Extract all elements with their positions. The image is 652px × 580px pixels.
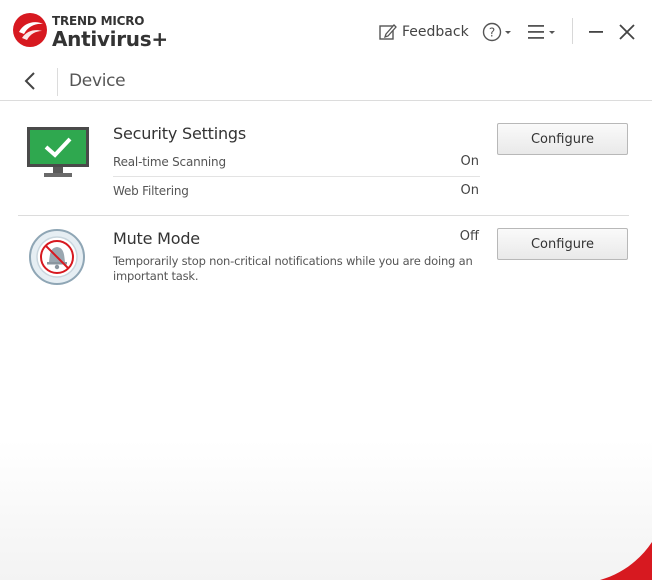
title-bar: TREND MICRO Antivirus+ Feedback ?	[0, 0, 652, 62]
minimize-button[interactable]	[586, 20, 606, 44]
brand-company: TREND MICRO	[52, 14, 145, 28]
corner-swoosh-icon	[600, 542, 652, 580]
mute-mode-status: Off	[459, 229, 479, 244]
feedback-edit-icon	[379, 24, 397, 40]
help-menu-button[interactable]: ?	[482, 20, 516, 44]
mute-configure-button[interactable]: Configure	[497, 228, 628, 260]
feedback-label: Feedback	[402, 24, 469, 40]
navigation-bar: Device	[0, 62, 652, 101]
mute-mode-description: Temporarily stop non-critical notificati…	[113, 254, 473, 283]
close-icon	[619, 24, 635, 40]
feedback-button[interactable]: Feedback	[378, 20, 469, 44]
mute-mode-title: Mute Mode	[113, 229, 200, 248]
help-question-icon: ?	[482, 22, 511, 42]
page-title: Device	[69, 71, 126, 91]
back-button[interactable]	[18, 68, 44, 94]
realtime-scanning-label: Real-time Scanning	[113, 155, 226, 169]
app-window: TREND MICRO Antivirus+ Feedback ? Device…	[0, 0, 652, 580]
trend-micro-logo-icon	[13, 13, 47, 47]
monitor-check-icon	[27, 127, 89, 177]
brand-corner-accent	[592, 520, 652, 580]
realtime-scanning-status: On	[460, 154, 479, 169]
main-menu-button[interactable]	[526, 20, 560, 44]
back-chevron-icon	[24, 72, 35, 90]
hamburger-menu-icon	[528, 25, 555, 39]
titlebar-separator	[572, 18, 573, 44]
security-settings-section: Security Settings Real-time Scanning On …	[0, 100, 652, 215]
security-settings-title: Security Settings	[113, 124, 247, 143]
brand-product: Antivirus+	[52, 27, 168, 51]
minimize-icon	[589, 31, 603, 33]
nav-separator	[57, 68, 58, 96]
row-divider	[113, 176, 480, 177]
mute-mode-section: Mute Mode Off Temporarily stop non-criti…	[0, 216, 652, 296]
close-button[interactable]	[616, 20, 638, 44]
web-filtering-label: Web Filtering	[113, 184, 189, 198]
security-configure-button[interactable]: Configure	[497, 123, 628, 155]
web-filtering-status: On	[460, 183, 479, 198]
svg-text:?: ?	[489, 26, 495, 40]
muted-bell-icon	[29, 229, 85, 285]
